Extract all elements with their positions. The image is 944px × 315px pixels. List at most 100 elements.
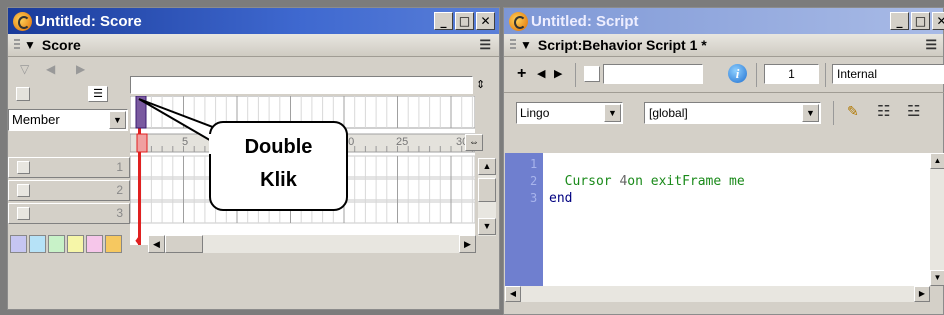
- editor-vertical-scrollbar[interactable]: ▲ ▼: [930, 153, 944, 286]
- zoom-menu-button[interactable]: ⇔: [465, 134, 483, 151]
- scroll-thumb[interactable]: [478, 178, 496, 202]
- scope-value: [global]: [649, 106, 688, 120]
- swatch[interactable]: [29, 235, 46, 253]
- channel-list: 1 2 3: [8, 155, 132, 239]
- script-title-bar[interactable]: Untitled: Script _ □ ✕: [504, 8, 944, 34]
- script-panel-title: Script:Behavior Script 1 *: [537, 37, 707, 53]
- cast-number-field[interactable]: 1: [764, 64, 819, 84]
- toolbar-separator: [504, 92, 944, 93]
- line-number: 1: [530, 157, 538, 171]
- script-window: Untitled: Script _ □ ✕ ▼ Script:Behavior…: [503, 7, 944, 315]
- channel-toggle[interactable]: [17, 207, 30, 220]
- next-cast-member-icon[interactable]: ▶: [554, 67, 562, 80]
- line-number: 2: [530, 174, 538, 188]
- swatch[interactable]: [105, 235, 122, 253]
- channel-toggle[interactable]: [17, 161, 30, 174]
- channel-number: 2: [116, 183, 123, 197]
- score-panel-header[interactable]: ▼ Score ☰: [8, 34, 499, 57]
- channel-number: 1: [116, 160, 123, 174]
- maximize-button[interactable]: □: [455, 12, 474, 30]
- collapse-triangle-icon[interactable]: ▼: [24, 38, 36, 52]
- cast-member-name-field[interactable]: [603, 64, 703, 84]
- dropdown-arrow-icon[interactable]: ▼: [109, 111, 126, 129]
- dropdown-arrow-icon[interactable]: ▼: [802, 104, 819, 122]
- toolbar-divider: [833, 101, 834, 125]
- scroll-left-button[interactable]: ◀: [505, 286, 521, 302]
- line-number: 3: [530, 191, 538, 205]
- channel-row[interactable]: 2: [8, 180, 130, 201]
- script-window-title: Untitled: Script: [531, 12, 639, 30]
- marker-bar-scroll-icon[interactable]: ⇕: [476, 78, 485, 91]
- command: Cursor: [564, 174, 612, 189]
- marker-filter-icon[interactable]: ▽: [20, 62, 29, 76]
- prev-marker-icon[interactable]: ◀: [46, 62, 55, 76]
- script-edit-icon[interactable]: ✎: [847, 103, 859, 120]
- toolbar-divider: [575, 63, 576, 87]
- keyword: on: [627, 174, 643, 189]
- scroll-up-button[interactable]: ▲: [478, 158, 496, 175]
- scroll-up-button[interactable]: ▲: [930, 153, 944, 169]
- director-logo-icon: [13, 11, 32, 31]
- display-mode-dropdown[interactable]: Member ▼: [8, 109, 128, 131]
- callout-pointer-cover: [209, 134, 213, 154]
- double-click-callout: Double Klik: [209, 121, 348, 211]
- channel-row[interactable]: 1: [8, 157, 130, 178]
- next-marker-icon[interactable]: ▶: [76, 62, 85, 76]
- scroll-right-button[interactable]: ▶: [914, 286, 930, 302]
- horizontal-scrollbar[interactable]: ◀ ▶: [148, 235, 476, 253]
- hide-channel-toggle[interactable]: [16, 87, 30, 101]
- scroll-down-button[interactable]: ▼: [478, 218, 496, 235]
- code-editor[interactable]: 1 on exitFrame me 2 Cursor 4 3 end: [505, 153, 930, 286]
- close-button[interactable]: ✕: [932, 12, 944, 30]
- close-button[interactable]: ✕: [476, 12, 495, 30]
- panel-options-icon[interactable]: ☰: [479, 37, 491, 53]
- previous-cast-member-icon[interactable]: ◀: [537, 67, 545, 80]
- line-number-gutter: [505, 153, 543, 286]
- score-title-bar[interactable]: Untitled: Score _ □ ✕: [8, 8, 499, 34]
- panel-grip-icon: [510, 39, 516, 51]
- callout-line-1: Double: [244, 136, 313, 158]
- scroll-right-button[interactable]: ▶: [459, 235, 476, 253]
- scroll-left-button[interactable]: ◀: [148, 235, 165, 253]
- editor-horizontal-scrollbar[interactable]: ◀ ▶: [505, 286, 930, 302]
- panel-options-icon[interactable]: ☰: [925, 37, 937, 53]
- script-toolbar: + ◀ ▶ i 1 Internal: [504, 58, 944, 92]
- sprite-nav-row: ▽ ◀ ▶: [16, 62, 126, 80]
- uncomment-icon[interactable]: ☳: [907, 102, 920, 120]
- language-value: Lingo: [520, 106, 550, 120]
- maximize-button[interactable]: □: [911, 12, 930, 30]
- cast-member-info-icon[interactable]: i: [728, 64, 747, 83]
- channel-row[interactable]: 3: [8, 203, 130, 224]
- vertical-scrollbar[interactable]: ▲ ▼: [478, 158, 496, 236]
- color-swatches[interactable]: [10, 235, 132, 253]
- swatch[interactable]: [48, 235, 65, 253]
- director-logo-icon: [509, 11, 528, 31]
- display-mode-value: Member: [12, 112, 60, 127]
- collapse-triangle-icon[interactable]: ▼: [520, 38, 532, 52]
- marker-bar[interactable]: [130, 76, 473, 94]
- comment-icon[interactable]: ☷: [877, 102, 890, 120]
- minimize-button[interactable]: _: [890, 12, 909, 30]
- minimize-button[interactable]: _: [434, 12, 453, 30]
- new-cast-member-icon[interactable]: +: [517, 65, 526, 83]
- script-toolbar-2: Lingo ▼ [global] ▼ ✎ ☷ ☳: [504, 96, 944, 126]
- swatch[interactable]: [86, 235, 103, 253]
- cast-library-field[interactable]: Internal: [832, 64, 944, 84]
- scroll-thumb[interactable]: [165, 235, 203, 253]
- dropdown-arrow-icon[interactable]: ▼: [604, 104, 621, 122]
- scope-dropdown[interactable]: [global] ▼: [644, 102, 821, 124]
- script-panel-header[interactable]: ▼ Script:Behavior Script 1 * ☰: [504, 34, 943, 57]
- channel-toggle[interactable]: [17, 184, 30, 197]
- toolbar-divider: [756, 63, 757, 87]
- language-dropdown[interactable]: Lingo ▼: [516, 102, 623, 124]
- ruler-label: 25: [396, 136, 409, 148]
- playhead-marker-icon[interactable]: ♦: [135, 235, 145, 253]
- drag-cast-member-icon[interactable]: [584, 66, 600, 82]
- swatch[interactable]: [10, 235, 27, 253]
- scroll-down-button[interactable]: ▼: [930, 270, 944, 286]
- swatch[interactable]: [67, 235, 84, 253]
- script-channel-icon[interactable]: ☰: [88, 86, 108, 102]
- literal: 4: [619, 174, 628, 189]
- panel-grip-icon: [14, 39, 20, 51]
- argument: me: [729, 174, 745, 189]
